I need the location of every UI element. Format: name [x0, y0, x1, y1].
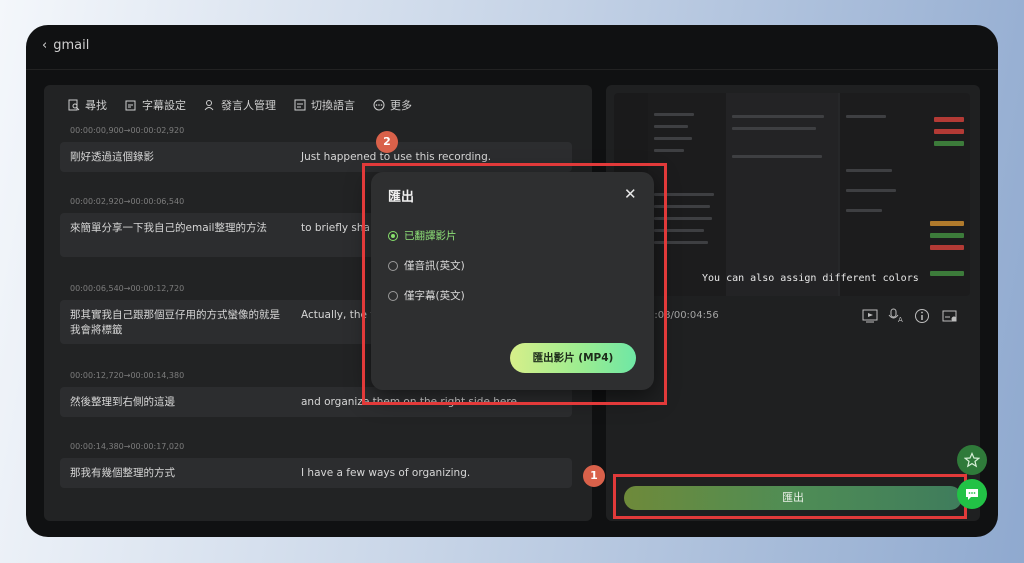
chevron-left-icon: ‹ — [42, 38, 48, 53]
video-tag — [930, 271, 964, 276]
back-label: gmail — [53, 38, 90, 53]
favorite-button[interactable] — [957, 445, 987, 475]
segment-source-text[interactable]: 那我有幾個整理的方式 — [70, 466, 280, 481]
more-button[interactable]: 更多 — [373, 96, 412, 114]
find-label: 尋找 — [85, 99, 107, 112]
segment-time: 00:00:06,540→00:00:12,720 — [70, 284, 185, 293]
video-line — [732, 115, 824, 118]
annotation-box-export — [613, 474, 967, 519]
video-line — [846, 209, 882, 212]
more-icon — [373, 99, 385, 111]
top-bar: ‹ gmail — [26, 25, 998, 70]
segment-source-text[interactable]: 來簡單分享一下我自己的email整理的方法 — [70, 221, 280, 236]
annotation-box-dialog — [362, 163, 667, 405]
segment-source-text[interactable]: 剛好透過這個錄影 — [70, 150, 280, 165]
switch-language-button[interactable]: 切換語言 — [294, 96, 355, 114]
video-mail-list — [726, 93, 838, 296]
video-line — [654, 149, 684, 152]
video-line — [732, 127, 816, 130]
segment-time: 00:00:12,720→00:00:14,380 — [70, 371, 185, 380]
subtitle-settings-icon[interactable] — [942, 308, 958, 324]
segment-row[interactable]: 那我有幾個整理的方式 I have a few ways of organizi… — [60, 458, 572, 488]
speaker-manage-label: 發言人管理 — [221, 99, 276, 112]
video-line — [654, 113, 694, 116]
find-button[interactable]: 尋找 — [68, 96, 107, 114]
video-tag — [934, 117, 964, 122]
switch-language-icon — [294, 99, 306, 111]
caption-settings-label: 字幕設定 — [142, 99, 186, 112]
transcript-toolbar: 尋找 字幕設定 發言人管理 切換語言 更多 — [68, 96, 412, 114]
video-tag — [934, 141, 964, 146]
segment-time: 00:00:02,920→00:00:06,540 — [70, 197, 185, 206]
step-badge-2: 2 — [376, 131, 398, 153]
switch-language-label: 切換語言 — [311, 99, 355, 112]
back-button[interactable]: ‹ gmail — [42, 38, 89, 53]
segment-translation-text[interactable]: I have a few ways of organizing. — [301, 466, 561, 481]
video-line — [846, 189, 896, 192]
speaker-manage-icon — [204, 100, 214, 111]
video-line — [846, 169, 892, 172]
video-line — [654, 125, 688, 128]
caption-settings-button[interactable]: 字幕設定 — [125, 96, 186, 114]
video-line — [654, 137, 692, 140]
star-icon — [964, 452, 980, 468]
voice-translate-icon[interactable]: A — [888, 308, 904, 324]
video-tag — [930, 233, 964, 238]
more-label: 更多 — [390, 99, 412, 112]
segment-source-text[interactable]: 然後整理到右側的這邊 — [70, 395, 280, 410]
svg-text:A: A — [898, 316, 903, 324]
chat-button[interactable] — [957, 479, 987, 509]
video-caption: You can also assign different colors — [702, 273, 919, 284]
caption-settings-icon — [125, 100, 136, 111]
segment-source-text[interactable]: 那其實我自己跟那個豆仔用的方式蠻像的就是我會將標籤 — [70, 308, 280, 338]
video-preview[interactable]: You can also assign different colors — [614, 93, 970, 296]
segment-time: 00:00:14,380→00:00:17,020 — [70, 442, 185, 451]
speaker-manage-button[interactable]: 發言人管理 — [204, 96, 276, 114]
video-tag — [930, 245, 964, 250]
step-badge-1: 1 — [583, 465, 605, 487]
chat-icon — [966, 489, 978, 500]
segment-time: 00:00:00,900→00:00:02,920 — [70, 126, 185, 135]
video-tag — [930, 221, 964, 226]
video-mail-labels — [840, 93, 970, 296]
info-icon[interactable] — [914, 308, 930, 324]
playback-controls: 0:08/00:04:56 A — [614, 305, 970, 329]
video-line — [732, 155, 822, 158]
search-doc-icon — [68, 99, 80, 111]
play-screen-icon[interactable] — [862, 308, 878, 324]
video-line — [846, 115, 886, 118]
video-tag — [934, 129, 964, 134]
